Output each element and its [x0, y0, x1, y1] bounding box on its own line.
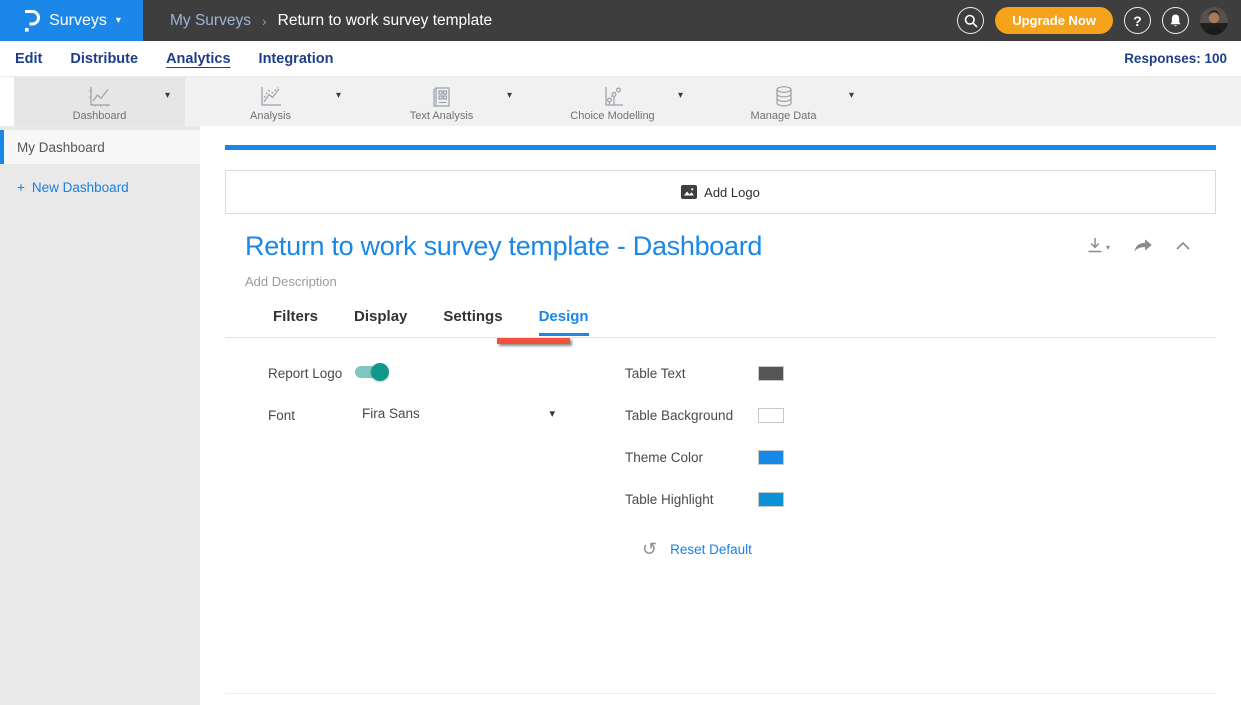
table-background-label: Table Background	[625, 408, 733, 423]
reset-default-label: Reset Default	[670, 542, 752, 557]
report-logo-toggle[interactable]	[355, 363, 389, 381]
theme-color-swatch[interactable]	[758, 450, 784, 465]
toggle-knob	[371, 363, 389, 381]
font-label: Font	[268, 408, 295, 423]
upgrade-now-button[interactable]: Upgrade Now	[995, 7, 1113, 34]
chevron-down-icon[interactable]: ▾	[507, 90, 512, 101]
new-dashboard-button[interactable]: + New Dashboard	[0, 180, 200, 195]
nav-item-integration[interactable]: Integration	[259, 51, 334, 67]
survey-nav-items: Edit Distribute Analytics Integration	[15, 51, 333, 67]
theme-color-label: Theme Color	[625, 450, 703, 465]
top-bar: Surveys ▾ My Surveys › Return to work su…	[0, 0, 1241, 41]
reset-icon: ↺	[642, 540, 657, 558]
chevron-down-icon[interactable]: ▾	[849, 90, 854, 101]
question-mark-icon: ?	[1133, 14, 1142, 28]
table-text-setting: Table Text	[625, 366, 784, 381]
user-avatar[interactable]	[1200, 7, 1228, 35]
content-accent-bar	[225, 145, 1216, 150]
top-bar-actions: Upgrade Now ?	[957, 7, 1228, 35]
analytics-toolbar: ▾ Dashboard ▾ Analysis	[0, 77, 1241, 126]
dashboard-sidebar: My Dashboard + New Dashboard	[0, 126, 200, 705]
product-switcher[interactable]: Surveys ▾	[0, 0, 143, 41]
theme-color-setting: Theme Color	[625, 450, 784, 465]
analytics-dashboard-page: Surveys ▾ My Surveys › Return to work su…	[0, 0, 1241, 705]
chevron-down-icon: ▾	[1106, 244, 1110, 254]
dashboard-settings-tabs: Filters Display Settings Design	[273, 308, 589, 336]
chevron-down-icon: ▾	[116, 15, 121, 26]
line-chart-icon	[86, 85, 113, 109]
tabs-divider	[225, 337, 1216, 338]
share-button[interactable]	[1133, 238, 1153, 254]
font-selected-value: Fira Sans	[362, 406, 420, 421]
image-icon	[681, 185, 697, 199]
nav-item-analytics[interactable]: Analytics	[166, 51, 230, 67]
scatter-chart-icon	[600, 85, 626, 109]
help-button[interactable]: ?	[1124, 7, 1151, 34]
dashboard-title: Return to work survey template - Dashboa…	[245, 231, 762, 262]
table-text-color-swatch[interactable]	[758, 366, 784, 381]
download-button[interactable]: ▾	[1086, 237, 1110, 254]
document-grid-icon	[430, 85, 454, 109]
collapse-panel-button[interactable]	[1176, 242, 1190, 250]
toolbar-item-choice-modelling[interactable]: ▾ Choice Modelling	[527, 77, 698, 126]
table-text-label: Table Text	[625, 366, 686, 381]
sidebar-item-my-dashboard[interactable]: My Dashboard	[0, 130, 200, 164]
font-select[interactable]: Fira Sans ▾	[362, 406, 555, 421]
nav-item-edit[interactable]: Edit	[15, 51, 42, 67]
responses-count: Responses: 100	[1124, 51, 1227, 66]
nav-item-distribute[interactable]: Distribute	[70, 51, 138, 67]
survey-section-nav: Edit Distribute Analytics Integration Re…	[0, 41, 1241, 77]
table-highlight-setting: Table Highlight	[625, 492, 784, 507]
breadcrumb-separator-icon: ›	[262, 13, 267, 29]
design-tab-annotation-highlight	[497, 338, 570, 344]
tab-settings[interactable]: Settings	[443, 308, 502, 336]
bell-icon	[1169, 13, 1182, 28]
breadcrumb-my-surveys[interactable]: My Surveys	[170, 12, 251, 30]
reset-default-button[interactable]: ↺ Reset Default	[642, 540, 752, 558]
chevron-down-icon: ▾	[549, 407, 555, 420]
questionpro-logo-icon	[22, 8, 41, 33]
tab-design[interactable]: Design	[539, 308, 589, 336]
table-highlight-label: Table Highlight	[625, 492, 714, 507]
breadcrumb: My Surveys › Return to work survey templ…	[170, 12, 492, 30]
table-background-setting: Table Background	[625, 408, 784, 423]
add-description-field[interactable]: Add Description	[245, 274, 337, 289]
table-highlight-color-swatch[interactable]	[758, 492, 784, 507]
product-name: Surveys	[49, 12, 107, 30]
chevron-down-icon[interactable]: ▾	[165, 90, 170, 101]
chevron-down-icon[interactable]: ▾	[678, 90, 683, 101]
search-button[interactable]	[957, 7, 984, 34]
trend-chart-icon	[257, 85, 284, 109]
tab-filters[interactable]: Filters	[273, 308, 318, 336]
add-logo-label: Add Logo	[704, 185, 760, 200]
notifications-button[interactable]	[1162, 7, 1189, 34]
tab-display[interactable]: Display	[354, 308, 407, 336]
dashboard-main: Add Logo Return to work survey template …	[200, 126, 1241, 705]
database-icon	[771, 85, 797, 109]
table-background-color-swatch[interactable]	[758, 408, 784, 423]
toolbar-item-text-analysis[interactable]: ▾ Text Analysis	[356, 77, 527, 126]
toolbar-item-dashboard[interactable]: ▾ Dashboard	[14, 77, 185, 126]
dashboard-content: Add Logo Return to work survey template …	[225, 145, 1216, 694]
toolbar-item-analysis[interactable]: ▾ Analysis	[185, 77, 356, 126]
dashboard-actions: ▾	[1086, 237, 1190, 254]
add-logo-button[interactable]: Add Logo	[225, 170, 1216, 214]
search-icon	[964, 14, 978, 28]
toolbar-item-manage-data[interactable]: ▾ Manage Data	[698, 77, 869, 126]
report-logo-label: Report Logo	[268, 366, 342, 381]
chevron-down-icon[interactable]: ▾	[336, 90, 341, 101]
analytics-toolbar-strip: ▾ Dashboard ▾ Analysis	[14, 77, 1241, 126]
new-dashboard-label: New Dashboard	[32, 180, 129, 195]
breadcrumb-current-survey: Return to work survey template	[278, 12, 493, 30]
plus-icon: +	[17, 180, 25, 195]
